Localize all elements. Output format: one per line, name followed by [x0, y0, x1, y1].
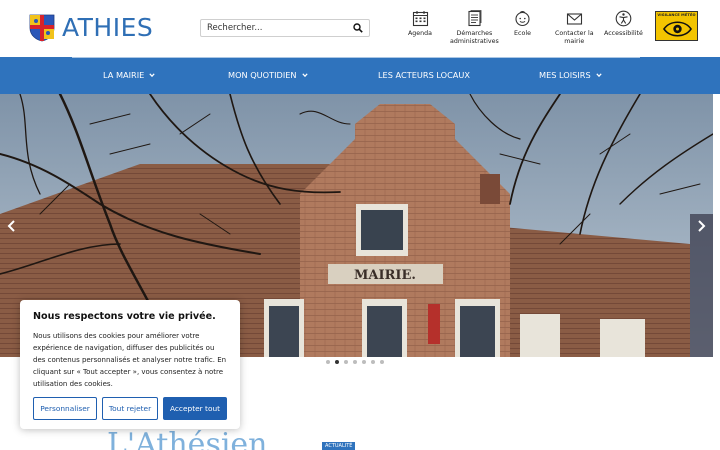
reject-all-button[interactable]: Tout rejeter — [102, 397, 158, 420]
nav-item-label: LA MAIRIE — [103, 70, 145, 80]
eye-icon — [663, 21, 692, 37]
page: ATHIES Agenda — [0, 0, 720, 450]
cookie-actions: Personnaliser Tout rejeter Accepter tout — [33, 397, 227, 420]
chevron-down-icon — [596, 73, 602, 78]
nav-item-label: LES ACTEURS LOCAUX — [378, 70, 470, 80]
quicklink-label-line2: administratives — [450, 38, 499, 45]
search-button[interactable] — [349, 20, 367, 36]
slider-dot[interactable] — [353, 360, 357, 364]
slider-dots — [326, 360, 384, 366]
news-title: L'Athésien — [107, 427, 268, 450]
slider-dot[interactable] — [326, 360, 330, 364]
slider-next-arrow[interactable] — [694, 219, 708, 233]
quicklink-ecole[interactable]: Ecole — [514, 10, 531, 38]
chevron-down-icon — [301, 73, 308, 78]
site-logo[interactable]: ATHIES — [29, 13, 153, 42]
accessibility-icon — [615, 10, 632, 27]
slider-dot[interactable] — [380, 360, 384, 364]
document-icon — [468, 10, 482, 27]
category-badge: ACTUALITÉ — [322, 442, 356, 450]
cookie-banner: Nous respectons votre vie privée. Nous u… — [20, 300, 240, 429]
quicklink-label: Ecole — [514, 30, 531, 37]
search-icon — [353, 23, 363, 33]
nav-item-mes-loisirs[interactable]: MES LOISIRS — [539, 70, 602, 80]
main-nav: LA MAIRIE MON QUOTIDIEN LES ACTEURS LOCA… — [0, 57, 720, 94]
nav-item-label: MON QUOTIDIEN — [228, 70, 297, 80]
quicklink-label: Contacter la — [555, 30, 594, 37]
slider-prev-arrow[interactable] — [5, 219, 19, 233]
nav-item-mon-quotidien[interactable]: MON QUOTIDIEN — [228, 70, 308, 80]
quicklink-label-line2: mairie — [564, 38, 585, 45]
quicklink-agenda[interactable]: Agenda — [408, 10, 432, 38]
slider-dot[interactable] — [344, 360, 348, 364]
quicklink-label: Accessibilité — [604, 30, 643, 37]
nav-item-label: MES LOISIRS — [539, 70, 591, 80]
search-input[interactable] — [201, 20, 349, 36]
calendar-icon — [412, 11, 428, 27]
accept-all-button[interactable]: Accepter tout — [163, 397, 227, 420]
header: ATHIES Agenda — [0, 0, 720, 57]
quicklink-demarches[interactable]: Démarches administratives — [450, 10, 499, 46]
envelope-icon — [566, 13, 582, 25]
child-face-icon — [515, 11, 530, 27]
quicklink-accessibilite[interactable]: Accessibilité — [604, 10, 643, 38]
slider-dot[interactable] — [371, 360, 375, 364]
chevron-down-icon — [149, 73, 155, 78]
customize-button[interactable]: Personnaliser — [33, 397, 97, 420]
cookie-title: Nous respectons votre vie privée. — [33, 311, 216, 322]
building-sign-text: MAIRIE. — [354, 268, 416, 283]
nav-item-la-mairie[interactable]: LA MAIRIE — [103, 70, 155, 80]
slider-dot[interactable] — [362, 360, 366, 364]
site-name: ATHIES — [62, 13, 154, 42]
quicklink-label: Démarches — [456, 30, 493, 37]
coat-of-arms-icon — [29, 14, 55, 41]
cookie-text: Nous utilisons des cookies pour améliore… — [33, 332, 227, 388]
quicklink-contact[interactable]: Contacter la mairie — [555, 10, 594, 46]
nav-divider — [72, 57, 640, 58]
quicklink-label: Agenda — [408, 30, 433, 37]
vigilance-meteo-button[interactable]: VIGILANCE MÉTÉO — [655, 11, 698, 41]
nav-item-acteurs-locaux[interactable]: LES ACTEURS LOCAUX — [378, 70, 470, 80]
slider-dot[interactable] — [335, 360, 339, 364]
search-box — [200, 19, 370, 37]
